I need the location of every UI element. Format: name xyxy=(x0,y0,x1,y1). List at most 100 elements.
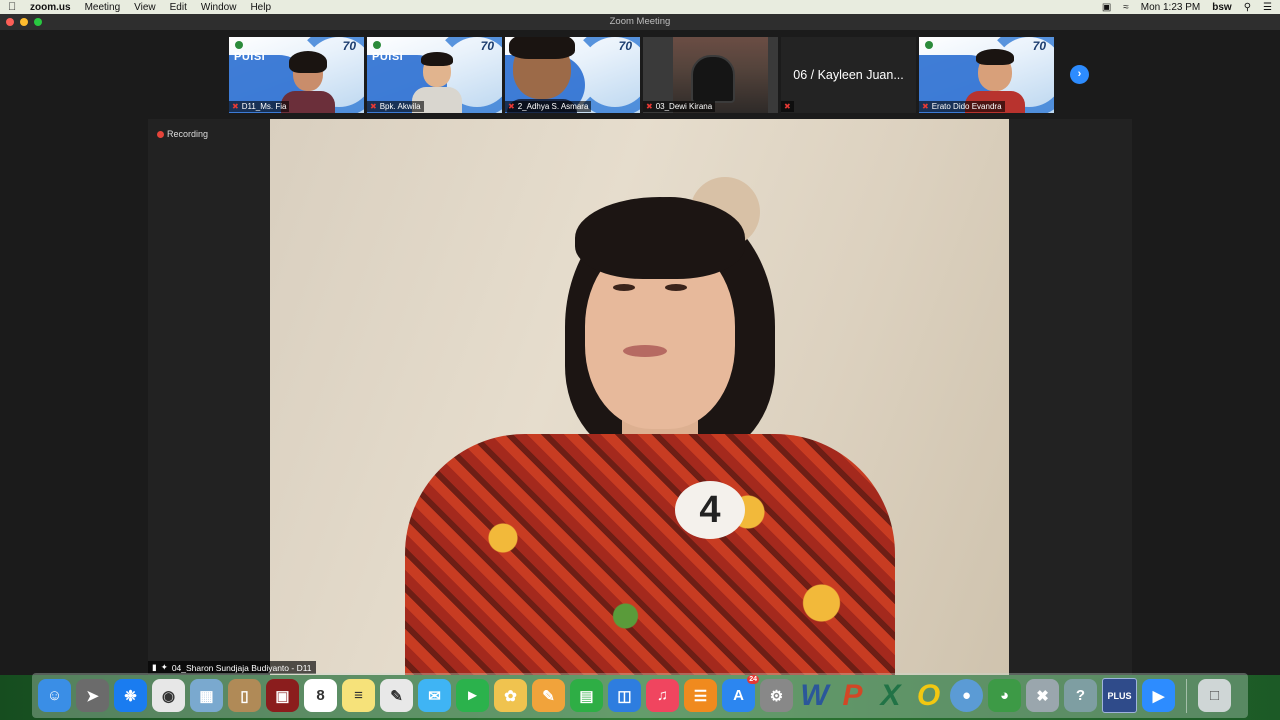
minimize-window-button[interactable] xyxy=(20,18,28,26)
speaker-lips xyxy=(623,345,667,357)
trash-icon[interactable]: □ xyxy=(1198,679,1231,712)
next-page-button[interactable]: › xyxy=(1070,65,1089,84)
poster-title: PUISI xyxy=(372,51,404,63)
menu-clock[interactable]: Mon 1:23 PM xyxy=(1141,2,1200,13)
chevron-right-icon: › xyxy=(1077,68,1082,80)
menu-extras: ▣ ≈ Mon 1:23 PM bsw ⚲ ☰ xyxy=(1102,2,1272,13)
participant-thumbnail[interactable]: 06 / Kayleen Juan... ✖ xyxy=(781,37,916,113)
muted-mic-icon: ✖ xyxy=(508,102,515,111)
muted-mic-icon: ✖ xyxy=(232,102,239,111)
window-controls xyxy=(6,18,42,26)
participant-name-label: ✖ 2_Adhya S. Asmara xyxy=(505,101,592,112)
participant-display-name: 06 / Kayleen Juan... xyxy=(793,68,904,82)
poster-number: 70 xyxy=(618,39,632,53)
directory-utility-icon[interactable]: ✖ xyxy=(1026,679,1059,712)
close-window-button[interactable] xyxy=(6,18,14,26)
participant-name-label: ✖ Bpk. Akwila xyxy=(367,101,424,112)
batik-shirt xyxy=(405,434,895,675)
launchpad-icon[interactable]: ➤ xyxy=(76,679,109,712)
app-store-badge: 24 xyxy=(747,675,759,684)
finder-icon[interactable]: ☺ xyxy=(38,679,71,712)
powerpoint-icon[interactable]: P xyxy=(836,679,869,712)
muted-mic-icon: ✖ xyxy=(370,102,377,111)
notification-center-icon[interactable]: ☰ xyxy=(1263,2,1272,13)
speaker-eye xyxy=(613,284,635,291)
participant-thumbnail[interactable]: 70 ✖ 2_Adhya S. Asmara xyxy=(505,37,640,113)
menu-view[interactable]: View xyxy=(134,2,156,13)
poster-number: 70 xyxy=(342,39,356,53)
apple-icon[interactable]:  xyxy=(8,1,20,13)
books-icon[interactable]: ☰ xyxy=(684,679,717,712)
participant-name-label: ✖ D11_Ms. Fia xyxy=(229,101,290,112)
calendar-day: 8 xyxy=(316,687,325,704)
muted-mic-icon: ✖ xyxy=(784,102,791,111)
menu-app-name[interactable]: zoom.us xyxy=(30,2,71,13)
menu-user[interactable]: bsw xyxy=(1212,2,1231,13)
facetime-icon[interactable]: ► xyxy=(456,679,489,712)
photos-icon[interactable]: ✿ xyxy=(494,679,527,712)
zoom-icon[interactable]: ▶ xyxy=(1142,679,1175,712)
school-logo-icon xyxy=(925,41,933,49)
school-logo-icon xyxy=(373,41,381,49)
dock-separator xyxy=(1186,678,1187,713)
screen-mirror-icon[interactable]: ▣ xyxy=(1102,2,1111,13)
menu-window[interactable]: Window xyxy=(201,2,237,13)
spotlight-search-icon[interactable]: ⚲ xyxy=(1244,2,1251,13)
help-icon[interactable]: ? xyxy=(1064,679,1097,712)
menu-bar:  zoom.us Meeting View Edit Window Help … xyxy=(0,0,1280,14)
app-store-icon[interactable]: A 24 xyxy=(722,675,759,712)
plus-icon[interactable]: PLUS xyxy=(1102,678,1137,713)
menu-edit[interactable]: Edit xyxy=(170,2,187,13)
muted-mic-icon: ✖ xyxy=(922,102,929,111)
participant-thumbnail[interactable]: PUISI 70 ✖ D11_Ms. Fia xyxy=(229,37,364,113)
signal-strength-icon: ▮ xyxy=(152,662,157,672)
recording-dot-icon xyxy=(157,130,164,138)
keynote-icon[interactable]: ◫ xyxy=(608,679,641,712)
recording-label: Recording xyxy=(167,129,209,139)
participant-thumbnail[interactable]: PUISI 70 ✖ Bpk. Akwila xyxy=(367,37,502,113)
safari-icon[interactable]: ❉ xyxy=(114,679,147,712)
participant-strip: PUISI 70 ✖ D11_Ms. Fia PUISI 70 ✖ Bpk. A… xyxy=(229,37,1054,113)
pages-icon[interactable]: ✎ xyxy=(532,679,565,712)
network-icon[interactable]: ◕ xyxy=(988,679,1021,712)
active-speaker-video: 4 xyxy=(270,119,1009,675)
dock: ☺ ➤ ❉ ◉ ▦ ▯ ▣ 8 ≡ ✎ ✉ ► ✿ ✎ ▤ ◫ ♫ ☰ A 24 ⚙ W P X O ● ◕ ✖? PLUS ▶ □ xyxy=(32,673,1248,718)
school-logo-icon xyxy=(235,41,243,49)
wifi-icon[interactable]: ≈ xyxy=(1123,2,1129,13)
calendar-icon[interactable]: 8 xyxy=(304,679,337,712)
participant-name-label: ✖ xyxy=(781,101,794,112)
muted-mic-icon: ✖ xyxy=(646,102,653,111)
numbers-icon[interactable]: ▤ xyxy=(570,679,603,712)
poster-title: PUISI xyxy=(234,51,266,63)
locomotive-image xyxy=(691,55,735,103)
messages-icon[interactable]: ✉ xyxy=(418,679,451,712)
participant-thumbnail[interactable]: 70 ✖ Erato Dido Evandra xyxy=(919,37,1054,113)
speaker-bangs xyxy=(575,197,745,279)
music-icon[interactable]: ♫ xyxy=(646,679,679,712)
teams-icon[interactable]: ● xyxy=(950,679,983,712)
zoom-window-button[interactable] xyxy=(34,18,42,26)
system-preferences-icon[interactable]: ⚙ xyxy=(760,679,793,712)
notes-icon[interactable]: ≡ xyxy=(342,679,375,712)
textedit-icon[interactable]: ✎ xyxy=(380,679,413,712)
window-title: Zoom Meeting xyxy=(609,16,671,27)
speaker-eye xyxy=(665,284,687,291)
word-icon[interactable]: W xyxy=(798,679,831,712)
poster-number: 70 xyxy=(1032,39,1046,53)
excel-icon[interactable]: X xyxy=(874,679,907,712)
participant-thumbnail[interactable]: ✖ 03_Dewi Kirana xyxy=(643,37,778,113)
plus-label: PLUS xyxy=(1107,690,1132,701)
contestant-number-badge: 4 xyxy=(675,481,745,539)
chrome-icon[interactable]: ◉ xyxy=(152,679,185,712)
contacts-icon[interactable]: ▯ xyxy=(228,679,261,712)
preview-icon[interactable]: ▦ xyxy=(190,679,223,712)
participant-name-label: ✖ Erato Dido Evandra xyxy=(919,101,1005,112)
photo-booth-icon[interactable]: ▣ xyxy=(266,679,299,712)
recording-indicator[interactable]: Recording xyxy=(157,129,208,139)
outlook-icon[interactable]: O xyxy=(912,679,945,712)
pin-icon: ✦ xyxy=(160,662,168,672)
menu-meeting[interactable]: Meeting xyxy=(85,2,121,13)
poster-number: 70 xyxy=(480,39,494,53)
participant-name-label: ✖ 03_Dewi Kirana xyxy=(643,101,716,112)
menu-help[interactable]: Help xyxy=(250,2,271,13)
